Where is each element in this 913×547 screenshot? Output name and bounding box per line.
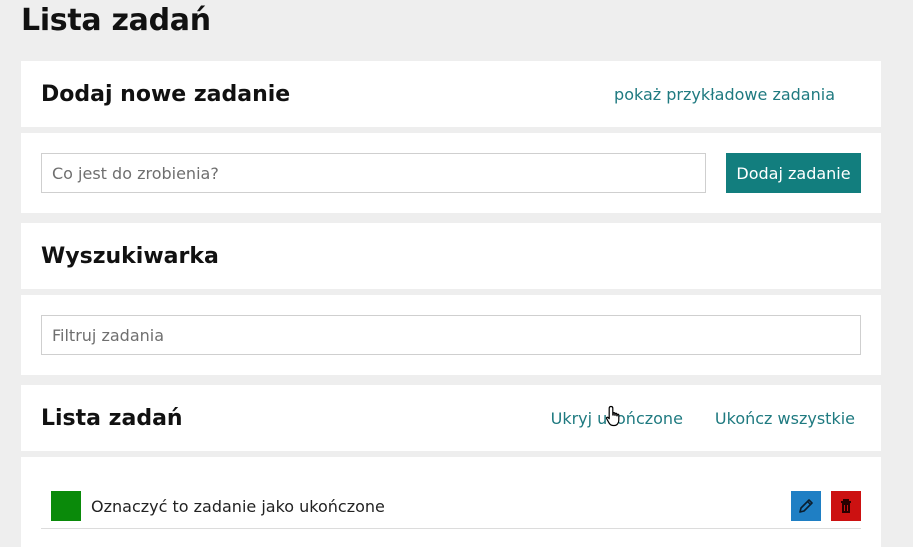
new-task-input[interactable] [41, 153, 706, 193]
trash-icon [841, 499, 851, 513]
task-item: Oznaczyć to zadanie jako ukończone [41, 484, 861, 529]
add-task-header-card: Dodaj nowe zadanie pokaż przykładowe zad… [21, 61, 881, 127]
filter-input[interactable] [41, 315, 861, 355]
add-task-form-card: Dodaj zadanie [21, 133, 881, 213]
edit-task-button[interactable] [791, 491, 821, 521]
search-form-card [21, 295, 881, 375]
task-list-title: Lista zadań [41, 405, 183, 431]
page-title: Lista zadań [21, 3, 211, 38]
delete-task-button[interactable] [831, 491, 861, 521]
show-sample-tasks-link[interactable]: pokaż przykładowe zadania [614, 85, 835, 104]
task-completed-toggle[interactable] [51, 491, 81, 521]
add-task-title: Dodaj nowe zadanie [41, 81, 291, 107]
hide-completed-link[interactable]: Ukryj ukończone [551, 409, 683, 428]
task-text: Oznaczyć to zadanie jako ukończone [91, 496, 385, 516]
task-list-header-card: Lista zadań Ukryj ukończone Ukończ wszys… [21, 385, 881, 451]
search-header-card: Wyszukiwarka [21, 223, 881, 289]
pencil-icon [799, 499, 813, 513]
search-title: Wyszukiwarka [41, 243, 219, 269]
complete-all-link[interactable]: Ukończ wszystkie [715, 409, 855, 428]
task-list-actions: Ukryj ukończone Ukończ wszystkie [551, 409, 861, 428]
add-task-button[interactable]: Dodaj zadanie [726, 153, 861, 193]
